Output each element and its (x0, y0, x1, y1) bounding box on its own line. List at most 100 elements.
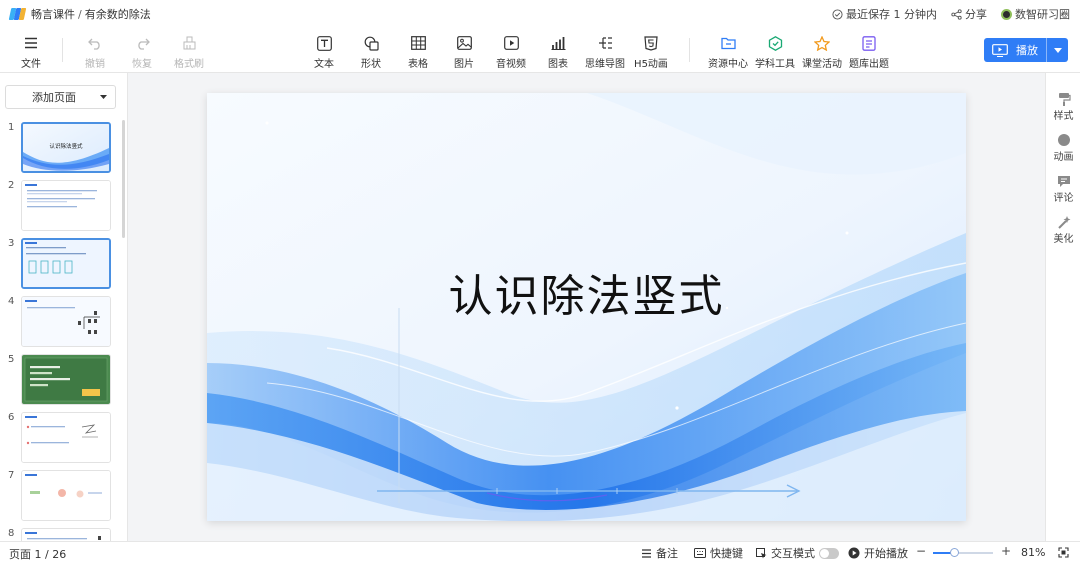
title-bar: 畅言课件 / 有余数的除法 最近保存 1 分钟内 分享 数智研习圈 (0, 0, 1080, 28)
add-page-button[interactable]: 添加页面 (5, 85, 116, 109)
thumbnail-item[interactable]: 7 (0, 468, 127, 522)
thumbnail-item[interactable]: 5 (0, 352, 127, 406)
bar-chart-icon (551, 37, 565, 50)
play-label: 播放 (1016, 44, 1038, 57)
comment-panel-button[interactable]: 评论 (1046, 174, 1080, 204)
shortcuts-button[interactable]: 快捷键 (694, 545, 743, 561)
format-painter-label: 格式刷 (174, 59, 204, 70)
interactive-mode-switch[interactable] (819, 547, 839, 559)
share-button[interactable]: 分享 (951, 6, 987, 22)
table-label: 表格 (408, 59, 428, 70)
animation-label: 动画 (1053, 152, 1074, 163)
thumbnail-preview (22, 297, 110, 346)
zoom-slider[interactable] (933, 548, 993, 557)
zoom-level[interactable]: 81% (1021, 546, 1045, 559)
insert-text-button[interactable]: 文本 (301, 34, 347, 70)
thumbnail-item[interactable]: 3 (0, 236, 127, 290)
slide-thumbnail-panel: 添加页面 1 认识除法竖式 2 3 4 5 6 7 8 (0, 73, 128, 541)
style-panel-button[interactable]: 样式 (1046, 92, 1080, 122)
question-bank-label: 题库出题 (849, 59, 889, 70)
paint-roller-icon (1058, 93, 1071, 106)
check-circle-icon (832, 8, 843, 20)
insert-h5-button[interactable]: H5动画 (628, 34, 674, 70)
save-status: 最近保存 1 分钟内 (832, 6, 937, 22)
zoom-in-button[interactable]: + (1001, 544, 1011, 558)
thumbnail-item[interactable]: 6 (0, 410, 127, 464)
interactive-icon (756, 547, 767, 558)
zoom-slider-handle[interactable] (949, 548, 959, 557)
save-status-text: 最近保存 1 分钟内 (846, 8, 937, 21)
comment-label: 评论 (1053, 193, 1074, 204)
toolbar-divider (689, 38, 690, 62)
interactive-mode-toggle[interactable]: 交互模式 (756, 545, 839, 561)
question-bank-icon (862, 35, 876, 51)
insert-table-button[interactable]: 表格 (395, 34, 441, 70)
chart-label: 图表 (548, 59, 568, 70)
thumbnail-scrollbar[interactable] (122, 120, 125, 238)
thumbnail-preview (22, 413, 110, 462)
file-menu-button[interactable]: 文件 (8, 34, 54, 70)
question-bank-button[interactable]: 题库出题 (846, 34, 892, 70)
redo-button[interactable]: 恢复 (119, 34, 165, 70)
insert-media-button[interactable]: 音视频 (488, 34, 534, 70)
play-options-dropdown[interactable] (1046, 38, 1068, 62)
thumbnail-number: 3 (8, 238, 15, 249)
animation-icon (1057, 134, 1070, 146)
play-circle-icon (848, 547, 860, 559)
format-painter-icon (183, 36, 195, 50)
add-page-label: 添加页面 (32, 91, 76, 104)
thumbnail-item[interactable]: 8 (0, 526, 127, 541)
thumbnail-preview (22, 355, 110, 404)
undo-button[interactable]: 撤销 (72, 34, 118, 70)
html5-icon (644, 35, 658, 51)
page-indicator: 页面 1 / 26 (9, 548, 67, 561)
thumbnail-item[interactable]: 2 (0, 178, 127, 232)
text-icon (316, 35, 332, 51)
thumbnail-number: 7 (8, 470, 15, 481)
workspace-menu[interactable]: 数智研习圈 (1001, 6, 1070, 22)
slide-thumbnail[interactable] (21, 180, 111, 231)
caret-down-icon (1053, 47, 1062, 53)
zoom-out-button[interactable]: − (916, 544, 926, 558)
folder-icon (720, 37, 736, 50)
right-properties-panel: 样式 动画 评论 美化 (1045, 73, 1080, 541)
thumbnail-number: 4 (8, 296, 15, 307)
slide-thumbnail[interactable] (21, 470, 111, 521)
play-screen-icon (992, 43, 1008, 57)
app-name[interactable]: 畅言课件 (31, 6, 75, 22)
slide-canvas-area[interactable]: 认识除法竖式 (128, 73, 1045, 541)
thumbnail-item[interactable]: 4 (0, 294, 127, 348)
insert-shape-button[interactable]: 形状 (348, 34, 394, 70)
animation-panel-button[interactable]: 动画 (1046, 133, 1080, 163)
current-slide[interactable]: 认识除法竖式 (207, 93, 966, 521)
slide-title[interactable]: 认识除法竖式 (207, 260, 966, 324)
insert-mindmap-button[interactable]: 思维导图 (582, 34, 628, 70)
class-activity-button[interactable]: 课堂活动 (799, 34, 845, 70)
subject-tools-button[interactable]: 学科工具 (752, 34, 798, 70)
resource-center-button[interactable]: 资源中心 (705, 34, 751, 70)
start-play-button[interactable]: 开始播放 (848, 545, 908, 561)
slide-thumbnail[interactable] (21, 238, 111, 289)
beautify-panel-button[interactable]: 美化 (1046, 215, 1080, 245)
slide-thumbnail[interactable] (21, 528, 111, 541)
slide-thumbnail[interactable]: 认识除法竖式 (21, 122, 111, 173)
format-painter-button[interactable]: 格式刷 (166, 34, 212, 70)
slide-thumbnail[interactable] (21, 296, 111, 347)
avatar (1001, 8, 1012, 20)
mindmap-icon (598, 37, 612, 49)
document-title[interactable]: 有余数的除法 (85, 6, 151, 22)
keyboard-icon (694, 548, 706, 558)
slide-thumbnail[interactable] (21, 412, 111, 463)
thumbnail-preview: 认识除法竖式 (23, 124, 109, 171)
slide-thumbnail[interactable] (21, 354, 111, 405)
thumbnail-item[interactable]: 1 认识除法竖式 (0, 120, 127, 174)
insert-image-button[interactable]: 图片 (441, 34, 487, 70)
notes-label: 备注 (656, 547, 678, 560)
fit-screen-icon[interactable] (1058, 547, 1069, 558)
insert-chart-button[interactable]: 图表 (535, 34, 581, 70)
class-activity-label: 课堂活动 (802, 59, 842, 70)
notes-button[interactable]: 备注 (641, 545, 678, 561)
thumbnail-number: 1 (8, 122, 15, 133)
play-main-button[interactable]: 播放 (984, 38, 1046, 62)
play-button[interactable]: 播放 (984, 38, 1068, 62)
